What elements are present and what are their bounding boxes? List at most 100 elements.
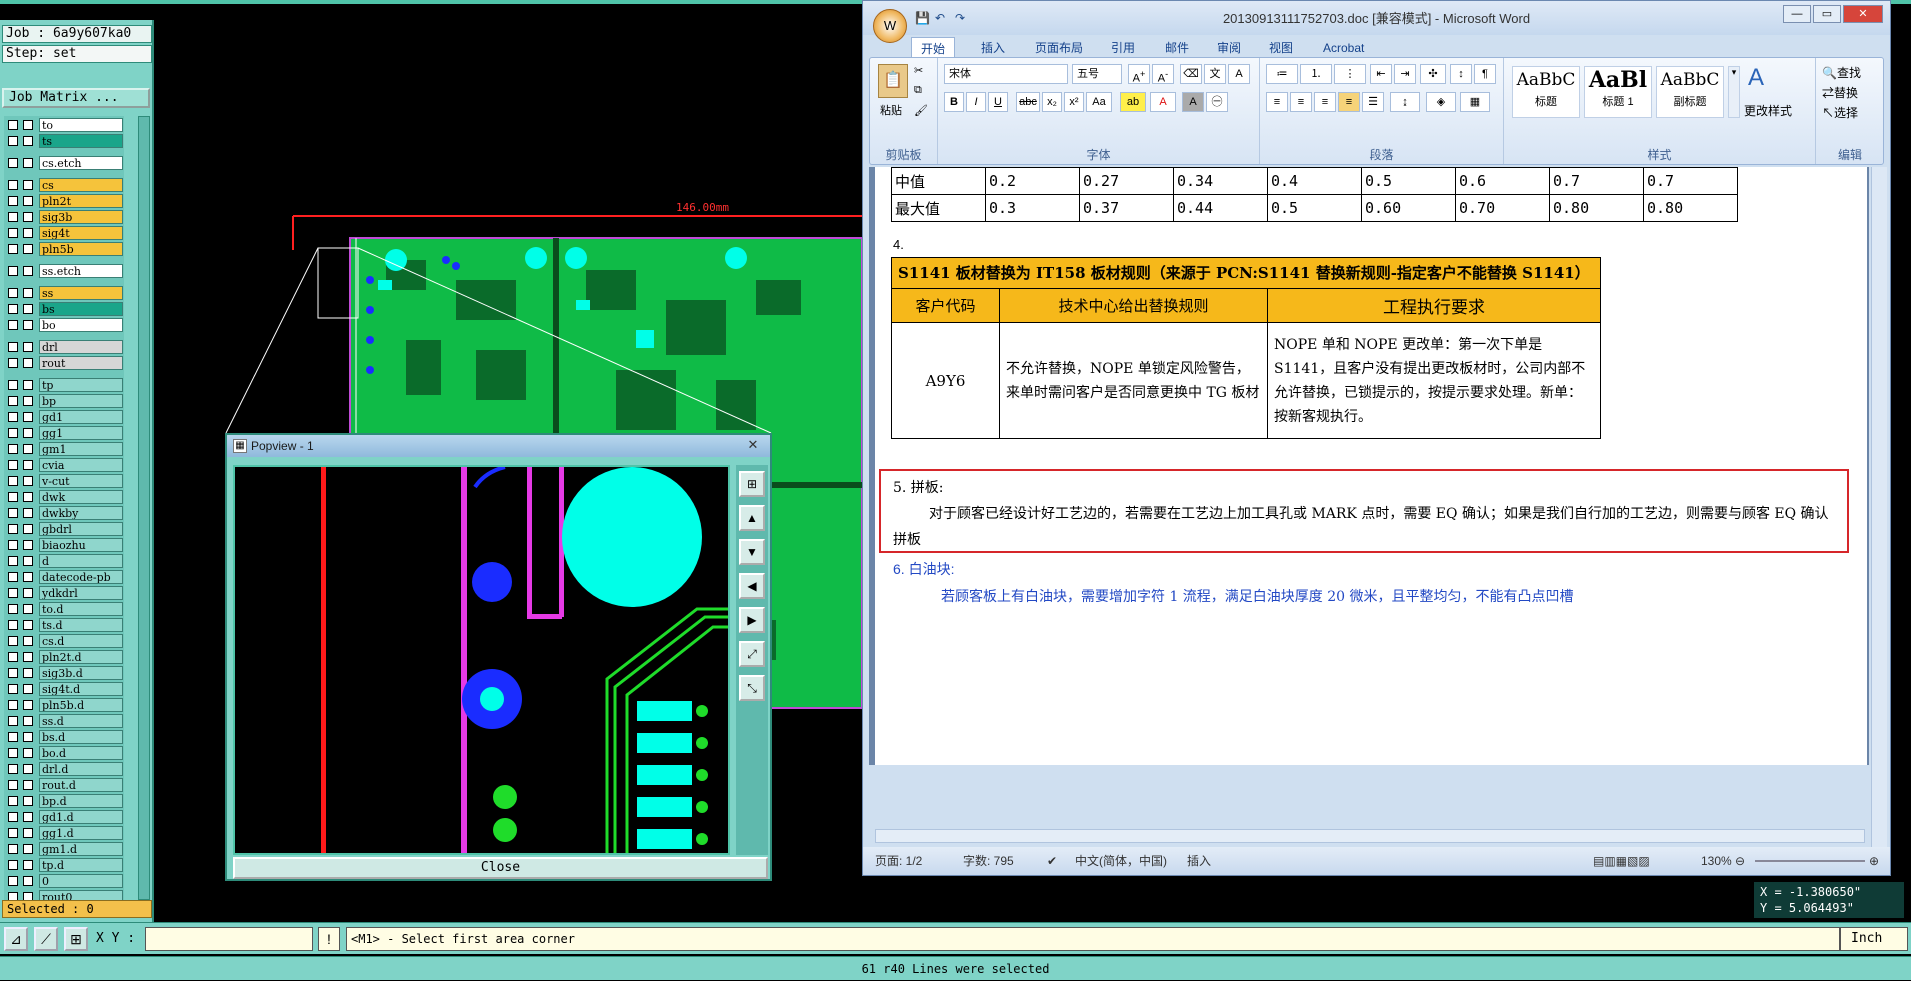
popview-close-icon[interactable]: ✕ [742,437,764,453]
layer-work-checkbox[interactable] [23,700,33,710]
layer-row[interactable]: bs [4,302,124,316]
layer-work-checkbox[interactable] [23,556,33,566]
layer-row[interactable]: sig4t.d [4,682,124,696]
phonetic-icon[interactable]: 文 [1204,64,1226,84]
layer-name[interactable]: sig3b.d [39,666,123,680]
spelling-check-icon[interactable]: ✔ [1047,847,1057,875]
layer-name[interactable]: biaozhu [39,538,123,552]
layer-name[interactable]: ts.d [39,618,123,632]
grow-font-icon[interactable]: A+ [1128,64,1150,85]
layer-name[interactable]: ydkdrl [39,586,123,600]
layer-work-checkbox[interactable] [23,604,33,614]
layer-row[interactable]: sig3b [4,210,124,224]
layer-work-checkbox[interactable] [23,844,33,854]
layer-name[interactable]: datecode-pb [39,570,123,584]
layer-row[interactable]: gd1.d [4,810,124,824]
layer-name[interactable]: rout.d [39,778,123,792]
popview-zoom-out-icon[interactable]: ⤡ [739,675,765,701]
layer-work-checkbox[interactable] [23,796,33,806]
layer-row[interactable]: ts [4,134,124,148]
layer-name[interactable]: ts [39,134,123,148]
layer-row[interactable]: bo [4,318,124,332]
layer-row[interactable]: sig3b.d [4,666,124,680]
layer-display-checkbox[interactable] [8,412,18,422]
enclose-char-icon[interactable]: ㊀ [1206,92,1228,112]
font-size-select[interactable]: 五号 [1072,64,1122,84]
layer-name[interactable]: pln2t [39,194,123,208]
format-painter-icon[interactable]: 🖌 [914,104,928,117]
popview-pan-up-icon[interactable]: ▲ [739,505,765,531]
layer-name[interactable]: 0 [39,874,123,888]
layer-work-checkbox[interactable] [23,342,33,352]
layer-name[interactable]: gg1.d [39,826,123,840]
tab-mailings[interactable]: 邮件 [1165,37,1189,59]
multilevel-list-icon[interactable]: ⋮ [1334,64,1366,84]
tab-insert[interactable]: 插入 [981,37,1005,59]
layer-work-checkbox[interactable] [23,748,33,758]
layer-name[interactable]: tp [39,378,123,392]
layer-work-checkbox[interactable] [23,524,33,534]
layer-display-checkbox[interactable] [8,342,18,352]
layer-name[interactable]: ss.etch [39,264,123,278]
layer-name[interactable]: cvia [39,458,123,472]
tab-references[interactable]: 引用 [1111,37,1135,59]
layer-display-checkbox[interactable] [8,684,18,694]
layer-name[interactable]: gm1 [39,442,123,456]
layer-display-checkbox[interactable] [8,668,18,678]
numbering-icon[interactable]: ⒈ [1300,64,1332,84]
layer-row[interactable]: gg1.d [4,826,124,840]
align-center-icon[interactable]: ≡ [1290,92,1312,112]
layer-work-checkbox[interactable] [23,358,33,368]
layer-name[interactable]: sig4t [39,226,123,240]
layer-work-checkbox[interactable] [23,460,33,470]
view-buttons-icon[interactable]: ▤▥▦▧▨ [1593,847,1650,875]
grid-icon[interactable]: ⊞ [64,927,88,951]
chinese-layout-icon[interactable]: ✣ [1420,64,1446,84]
layer-work-checkbox[interactable] [23,860,33,870]
layer-row[interactable]: to.d [4,602,124,616]
layer-name[interactable]: dwkby [39,506,123,520]
increase-indent-icon[interactable]: ⇥ [1394,64,1416,84]
layer-display-checkbox[interactable] [8,780,18,790]
layer-work-checkbox[interactable] [23,444,33,454]
layer-row[interactable]: gbdrl [4,522,124,536]
layer-name[interactable]: tp.d [39,858,123,872]
zoom-in-icon[interactable]: ⊕ [1869,847,1879,875]
layer-display-checkbox[interactable] [8,212,18,222]
status-page[interactable]: 页面: 1/2 [875,847,922,875]
unit-select[interactable]: Inch [1840,927,1908,951]
layer-row[interactable]: pln5b [4,242,124,256]
layer-name[interactable]: cs.etch [39,156,123,170]
select-button[interactable]: ↖选择 [1822,104,1858,121]
layer-name[interactable]: to.d [39,602,123,616]
layer-row[interactable]: tp [4,378,124,392]
document-horizontal-scrollbar[interactable] [875,829,1865,843]
layer-display-checkbox[interactable] [8,180,18,190]
popview-window[interactable]: Popview - 1 ▦ ✕ ⊞ ▲ ▼ ◀ ▶ ⤢ ⤡ Close [225,433,772,881]
tab-acrobat[interactable]: Acrobat [1323,37,1364,59]
layer-row[interactable]: ydkdrl [4,586,124,600]
paste-button[interactable]: 粘贴 [880,102,902,118]
distributed-icon[interactable]: ☰ [1362,92,1384,112]
font-color-icon[interactable]: A [1150,92,1176,112]
style-subtitle[interactable]: AaBbC 副标题 [1656,66,1724,118]
layer-row[interactable]: bp [4,394,124,408]
layer-row[interactable]: cs.etch [4,156,124,170]
layer-name[interactable]: gm1.d [39,842,123,856]
layer-name[interactable]: d [39,554,123,568]
layer-work-checkbox[interactable] [23,508,33,518]
layer-work-checkbox[interactable] [23,476,33,486]
layer-row[interactable]: pln2t.d [4,650,124,664]
layer-display-checkbox[interactable] [8,812,18,822]
layer-display-checkbox[interactable] [8,444,18,454]
layer-row[interactable]: bo.d [4,746,124,760]
layer-display-checkbox[interactable] [8,136,18,146]
layer-row[interactable]: rout [4,356,124,370]
layer-display-checkbox[interactable] [8,508,18,518]
show-marks-icon[interactable]: ¶ [1474,64,1496,84]
copy-icon[interactable]: ⧉ [914,84,922,97]
layer-display-checkbox[interactable] [8,476,18,486]
style-heading1[interactable]: AaBl 标题 1 [1584,66,1652,118]
layer-name[interactable]: drl [39,340,123,354]
layer-display-checkbox[interactable] [8,604,18,614]
